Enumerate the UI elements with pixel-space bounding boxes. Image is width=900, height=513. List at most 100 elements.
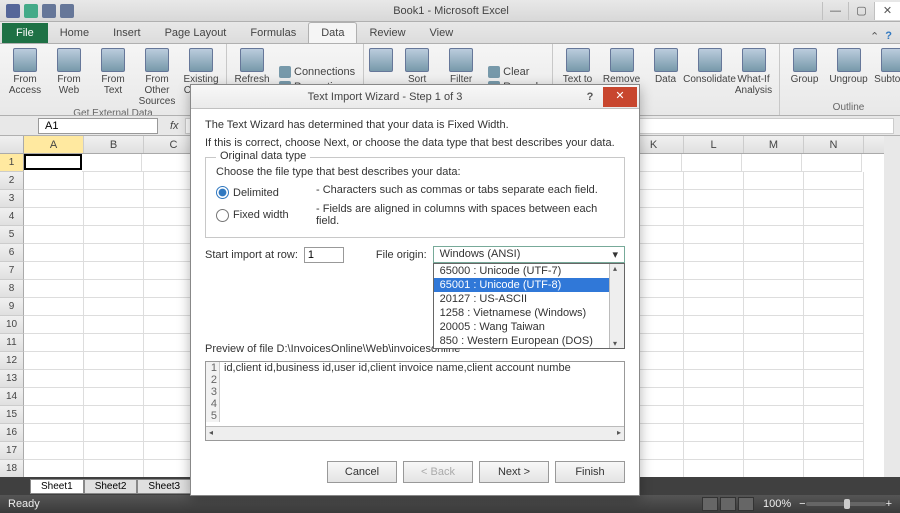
help-icon[interactable]: ? [885,30,892,43]
cell[interactable] [684,298,744,316]
origin-option[interactable]: 850 : Western European (DOS) [434,334,624,348]
cell[interactable] [84,334,144,352]
undo-icon[interactable] [42,4,56,18]
origin-option[interactable]: 20005 : Wang Taiwan [434,320,624,334]
row-header[interactable]: 18 [0,460,24,477]
clear-button[interactable]: Clear [484,65,547,79]
cell[interactable] [24,262,84,280]
zoom-level[interactable]: 100% [763,498,791,510]
cell[interactable] [84,172,144,190]
radio-fixed-width[interactable]: Fixed width [216,205,316,225]
save-icon[interactable] [24,4,38,18]
cell[interactable] [744,334,804,352]
row-header[interactable]: 14 [0,388,24,406]
cell[interactable] [84,190,144,208]
zoom-slider[interactable] [806,502,886,506]
tab-review[interactable]: Review [357,23,417,43]
cell[interactable] [84,262,144,280]
cell[interactable] [744,190,804,208]
cell[interactable] [684,172,744,190]
cell[interactable] [744,298,804,316]
subtotal-button[interactable]: Subtotal [872,46,900,101]
from-text-button[interactable]: From Text [92,46,134,107]
cell[interactable] [84,352,144,370]
next-button[interactable]: Next > [479,461,549,483]
row-header[interactable]: 17 [0,442,24,460]
cell[interactable] [684,244,744,262]
cell[interactable] [804,460,864,477]
origin-option[interactable]: 20127 : US-ASCII [434,292,624,306]
cell[interactable] [684,280,744,298]
tab-view[interactable]: View [418,23,466,43]
cell[interactable] [24,406,84,424]
zoom-out-button[interactable]: − [799,498,805,510]
cell[interactable] [804,424,864,442]
cell[interactable] [84,442,144,460]
cell[interactable] [24,226,84,244]
dialog-close-button[interactable]: ✕ [603,87,637,107]
column-header[interactable]: N [804,136,864,153]
cancel-button[interactable]: Cancel [327,461,397,483]
row-header[interactable]: 7 [0,262,24,280]
preview-horizontal-scrollbar[interactable] [206,426,624,440]
cell[interactable] [744,262,804,280]
row-header[interactable]: 9 [0,298,24,316]
cell[interactable] [684,190,744,208]
cell[interactable] [24,244,84,262]
cell[interactable] [804,172,864,190]
cell[interactable] [682,154,742,172]
row-header[interactable]: 10 [0,316,24,334]
start-import-row-input[interactable] [304,247,344,263]
data-validation-button[interactable]: Data [645,46,687,113]
cell[interactable] [24,460,84,477]
cell[interactable] [744,208,804,226]
cell[interactable] [24,208,84,226]
dialog-help-button[interactable]: ? [579,91,601,103]
cell[interactable] [84,298,144,316]
cell[interactable] [684,334,744,352]
from-other-button[interactable]: From Other Sources [136,46,178,107]
cell[interactable] [804,190,864,208]
redo-icon[interactable] [60,4,74,18]
sheet-tab-2[interactable]: Sheet2 [84,479,138,494]
cell[interactable] [84,244,144,262]
cell[interactable] [804,226,864,244]
cell[interactable] [804,442,864,460]
cell[interactable] [744,244,804,262]
row-header[interactable]: 2 [0,172,24,190]
sheet-tab-1[interactable]: Sheet1 [30,479,84,494]
tab-formulas[interactable]: Formulas [238,23,308,43]
cell[interactable] [804,262,864,280]
row-header[interactable]: 8 [0,280,24,298]
from-web-button[interactable]: From Web [48,46,90,107]
what-if-button[interactable]: What-If Analysis [733,46,775,113]
row-header[interactable]: 11 [0,334,24,352]
view-normal-button[interactable] [702,497,718,511]
column-header[interactable]: M [744,136,804,153]
cell[interactable] [802,154,862,172]
cell[interactable] [804,244,864,262]
cell[interactable] [744,316,804,334]
row-header[interactable]: 6 [0,244,24,262]
cell[interactable] [24,190,84,208]
cell[interactable] [804,352,864,370]
maximize-button[interactable]: ▢ [848,2,874,20]
cell[interactable] [24,334,84,352]
ribbon-minimize-icon[interactable]: ⌃ [870,30,879,43]
tab-insert[interactable]: Insert [101,23,153,43]
cell[interactable] [804,298,864,316]
cell[interactable] [684,424,744,442]
cell[interactable] [684,208,744,226]
cell[interactable] [684,388,744,406]
cell[interactable] [744,424,804,442]
cell[interactable] [24,298,84,316]
cell[interactable] [24,388,84,406]
cell[interactable] [684,460,744,477]
from-access-button[interactable]: From Access [4,46,46,107]
view-page-break-button[interactable] [738,497,754,511]
file-origin-select[interactable]: Windows (ANSI) ▾ [433,246,625,263]
cell[interactable] [744,226,804,244]
cell[interactable] [804,280,864,298]
cell[interactable] [24,316,84,334]
minimize-button[interactable]: — [822,2,848,20]
